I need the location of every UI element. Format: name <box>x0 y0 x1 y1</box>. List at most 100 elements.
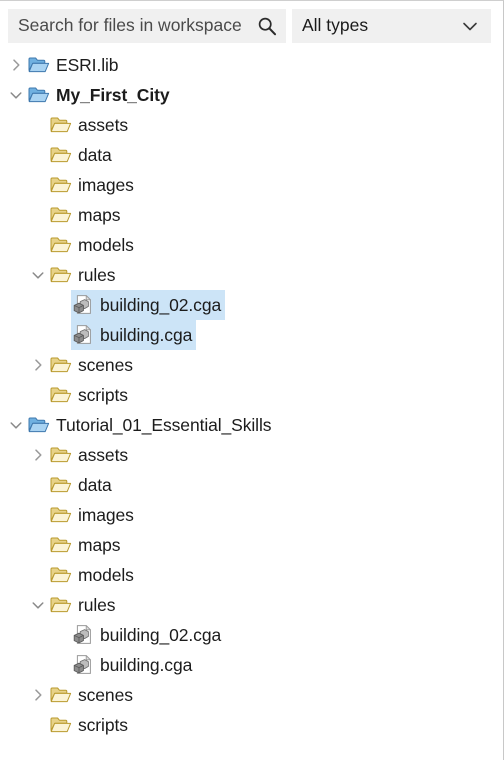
tree-row[interactable]: Tutorial_01_Essential_Skills <box>0 410 503 440</box>
tree-row[interactable]: assets <box>0 440 503 470</box>
tree-item[interactable]: rules <box>49 260 119 290</box>
tree-row[interactable]: rules <box>0 590 503 620</box>
chevron-down-icon[interactable] <box>5 410 27 440</box>
tree-item-label: models <box>78 565 134 585</box>
tree-item[interactable]: data <box>49 140 116 170</box>
tree-item[interactable]: assets <box>49 110 132 140</box>
tree-item-label: scripts <box>78 715 128 735</box>
chevron-down-icon[interactable] <box>5 80 27 110</box>
chevron-down-icon[interactable] <box>27 590 49 620</box>
tree-row[interactable]: building_02.cga <box>0 620 503 650</box>
tree-row[interactable]: building_02.cga <box>0 290 503 320</box>
tree-row[interactable]: scripts <box>0 380 503 410</box>
folder-gold-icon <box>49 530 72 560</box>
tree-row[interactable]: ESRI.lib <box>0 50 503 80</box>
tree-item-label: scripts <box>78 385 128 405</box>
cga-file-icon <box>71 320 94 350</box>
tree-item[interactable]: models <box>49 560 138 590</box>
search-icon[interactable] <box>256 15 278 37</box>
chevron-right-icon[interactable] <box>27 350 49 380</box>
folder-gold-icon <box>49 170 72 200</box>
tree-item-label: images <box>78 505 134 525</box>
tree-item-label: rules <box>78 595 116 615</box>
folder-gold-icon <box>49 440 72 470</box>
folder-gold-icon <box>49 140 72 170</box>
tree-row[interactable]: models <box>0 560 503 590</box>
chevron-down-icon[interactable] <box>27 260 49 290</box>
tree-row[interactable]: building.cga <box>0 650 503 680</box>
cga-file-icon <box>71 620 94 650</box>
folder-gold-icon <box>49 260 72 290</box>
tree-item[interactable]: building_02.cga <box>71 290 226 320</box>
tree-item-label: scenes <box>78 685 133 705</box>
tree-item[interactable]: models <box>49 230 138 260</box>
tree-row[interactable]: maps <box>0 200 503 230</box>
tree-item-label: building_02.cga <box>100 295 222 315</box>
tree-item-label: maps <box>78 535 121 555</box>
workspace-tree[interactable]: ESRI.lib My_First_City assets data images map… <box>0 48 503 748</box>
tree-row[interactable]: images <box>0 500 503 530</box>
tree-item[interactable]: maps <box>49 200 124 230</box>
file-type-filter-value: All types <box>302 15 369 36</box>
tree-row[interactable]: maps <box>0 530 503 560</box>
chevron-right-icon[interactable] <box>27 680 49 710</box>
tree-row[interactable]: scenes <box>0 350 503 380</box>
tree-item-label: data <box>78 475 112 495</box>
tree-item-label: scenes <box>78 355 133 375</box>
tree-item[interactable]: maps <box>49 530 124 560</box>
cga-file-icon <box>71 650 94 680</box>
tree-row[interactable]: assets <box>0 110 503 140</box>
tree-item[interactable]: ESRI.lib <box>27 50 122 80</box>
tree-item[interactable]: data <box>49 470 116 500</box>
tree-item[interactable]: images <box>49 500 138 530</box>
tree-row[interactable]: scenes <box>0 680 503 710</box>
chevron-down-icon[interactable] <box>459 15 481 37</box>
tree-item-label: ESRI.lib <box>56 55 119 75</box>
tree-row[interactable]: data <box>0 140 503 170</box>
tree-item[interactable]: My_First_City <box>27 80 173 110</box>
tree-row[interactable]: building.cga <box>0 320 503 350</box>
cga-file-icon <box>71 290 94 320</box>
tree-item[interactable]: building_02.cga <box>71 620 225 650</box>
tree-item[interactable]: assets <box>49 440 132 470</box>
tree-item-label: images <box>78 175 134 195</box>
tree-item[interactable]: rules <box>49 590 119 620</box>
tree-item[interactable]: scenes <box>49 350 137 380</box>
tree-item[interactable]: scripts <box>49 710 132 740</box>
tree-item-label: models <box>78 235 134 255</box>
tree-row[interactable]: My_First_City <box>0 80 503 110</box>
search-input[interactable]: Search for files in workspace <box>8 9 286 43</box>
tree-row[interactable]: models <box>0 230 503 260</box>
tree-item[interactable]: building.cga <box>71 650 196 680</box>
chevron-right-icon[interactable] <box>5 50 27 80</box>
tree-item-label: data <box>78 145 112 165</box>
tree-item[interactable]: images <box>49 170 138 200</box>
tree-item[interactable]: scripts <box>49 380 132 410</box>
tree-item[interactable]: scenes <box>49 680 137 710</box>
tree-item[interactable]: building.cga <box>71 320 197 350</box>
folder-gold-icon <box>49 680 72 710</box>
chevron-right-icon[interactable] <box>27 440 49 470</box>
tree-item[interactable]: Tutorial_01_Essential_Skills <box>27 410 275 440</box>
tree-item-label: Tutorial_01_Essential_Skills <box>56 415 272 435</box>
folder-blue-icon <box>27 50 50 80</box>
search-placeholder-text: Search for files in workspace <box>18 17 242 35</box>
tree-row[interactable]: data <box>0 470 503 500</box>
folder-gold-icon <box>49 710 72 740</box>
tree-row[interactable]: scripts <box>0 710 503 740</box>
folder-gold-icon <box>49 590 72 620</box>
file-type-filter-dropdown[interactable]: All types <box>292 9 491 43</box>
tree-row[interactable]: rules <box>0 260 503 290</box>
tree-row[interactable]: images <box>0 170 503 200</box>
